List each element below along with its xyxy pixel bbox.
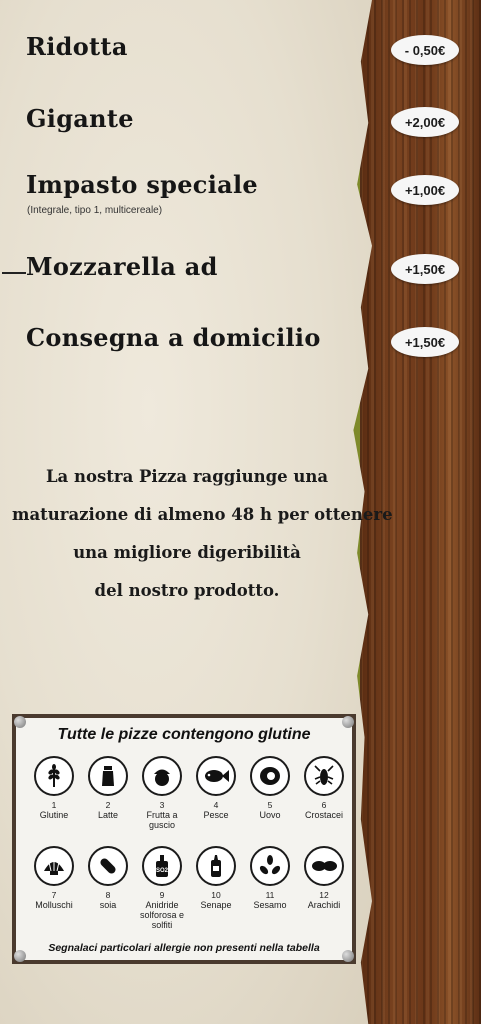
allergen-latte: 2 Latte bbox=[80, 756, 136, 820]
nut-icon bbox=[142, 756, 182, 796]
sesame-icon bbox=[250, 846, 290, 886]
allergen-number: 8 bbox=[105, 890, 111, 900]
wheat-icon bbox=[34, 756, 74, 796]
peanut-icon bbox=[304, 846, 344, 886]
allergen-label: Uovo bbox=[259, 810, 281, 820]
allergen-uovo: 5 Uovo bbox=[242, 756, 298, 820]
allergen-number: 10 bbox=[211, 890, 221, 900]
allergen-table-footer: Segnalaci particolari allergie non prese… bbox=[48, 942, 320, 954]
allergen-arachidi: 12 Arachidi bbox=[296, 846, 352, 910]
allergen-label: Glutine bbox=[39, 810, 69, 820]
soy-icon bbox=[88, 846, 128, 886]
allergen-number: 9 bbox=[159, 890, 165, 900]
allergen-number: 7 bbox=[51, 890, 57, 900]
allergen-number: 3 bbox=[159, 800, 165, 810]
mustard-icon bbox=[196, 846, 236, 886]
allergen-table-inner: Tutte le pizze contengono glutine 1 Glut… bbox=[16, 718, 352, 960]
menu-item-consegna: Consegna a domicilio bbox=[26, 323, 321, 352]
decorative-dash bbox=[2, 272, 26, 274]
allergen-molluschi: 7 Molluschi bbox=[26, 846, 82, 910]
allergen-frutta-guscio: 3 Frutta a guscio bbox=[134, 756, 190, 830]
fish-icon bbox=[196, 756, 236, 796]
allergen-label: Sesamo bbox=[253, 900, 287, 910]
milk-bottle-icon bbox=[88, 756, 128, 796]
allergen-label: Pesce bbox=[203, 810, 229, 820]
note-line: La nostra Pizza raggiunge una bbox=[45, 467, 329, 486]
allergen-label: Molluschi bbox=[35, 900, 73, 910]
note-line: del nostro prodotto. bbox=[94, 581, 280, 600]
price-badge-impasto-speciale: +1,00€ bbox=[391, 175, 459, 205]
menu-item-gigante: Gigante bbox=[26, 104, 134, 133]
allergen-label: Anidride solforosa e solfiti bbox=[139, 900, 185, 930]
allergen-number: 1 bbox=[51, 800, 57, 810]
allergen-label: soia bbox=[99, 900, 117, 910]
corner-pin bbox=[14, 716, 26, 728]
note-line: una migliore digeribilità bbox=[73, 543, 301, 562]
allergen-number: 6 bbox=[321, 800, 327, 810]
egg-icon bbox=[250, 756, 290, 796]
menu-item-impasto-speciale: Impasto speciale bbox=[26, 170, 258, 199]
allergen-label: Crostacei bbox=[304, 810, 343, 820]
allergen-senape: 10 Senape bbox=[188, 846, 244, 910]
allergen-glutine: 1 Glutine bbox=[26, 756, 82, 820]
menu-item-mozzarella: Mozzarella ad bbox=[26, 252, 218, 281]
shell-icon bbox=[34, 846, 74, 886]
allergen-label: Arachidi bbox=[307, 900, 341, 910]
allergen-number: 5 bbox=[267, 800, 273, 810]
menu-item-impasto-note: (Integrale, tipo 1, multicereale) bbox=[27, 205, 163, 216]
corner-pin bbox=[342, 716, 354, 728]
allergen-table: Tutte le pizze contengono glutine 1 Glut… bbox=[12, 714, 356, 964]
allergen-number: 11 bbox=[265, 890, 275, 900]
price-badge-ridotta: - 0,50€ bbox=[391, 35, 459, 65]
allergen-sesamo: 11 Sesamo bbox=[242, 846, 298, 910]
allergen-number: 12 bbox=[319, 890, 329, 900]
so2-badge-text: SO2 bbox=[156, 868, 169, 874]
price-badge-gigante: +2,00€ bbox=[391, 107, 459, 137]
allergen-label: Frutta a guscio bbox=[146, 810, 178, 830]
allergen-table-title: Tutte le pizze contengono glutine bbox=[57, 726, 311, 743]
menu-item-ridotta: Ridotta bbox=[26, 32, 128, 61]
allergen-label: Senape bbox=[200, 900, 232, 910]
allergen-pesce: 4 Pesce bbox=[188, 756, 244, 820]
maturation-note: La nostra Pizza raggiunge una maturazion… bbox=[12, 458, 393, 610]
price-badge-mozzarella: +1,50€ bbox=[391, 254, 459, 284]
allergen-soia: 8 soia bbox=[80, 846, 136, 910]
corner-pin bbox=[342, 950, 354, 962]
price-badge-consegna: +1,50€ bbox=[391, 327, 459, 357]
note-line: maturazione di almeno 48 h per ottenere bbox=[12, 505, 393, 524]
allergen-solfiti: SO2 9 Anidride solforosa e solfiti bbox=[134, 846, 190, 930]
shrimp-icon bbox=[304, 756, 344, 796]
so2-icon: SO2 bbox=[142, 846, 182, 886]
allergen-label: Latte bbox=[97, 810, 119, 820]
allergen-number: 2 bbox=[105, 800, 111, 810]
corner-pin bbox=[14, 950, 26, 962]
allergen-crostacei: 6 Crostacei bbox=[296, 756, 352, 820]
allergen-number: 4 bbox=[213, 800, 219, 810]
